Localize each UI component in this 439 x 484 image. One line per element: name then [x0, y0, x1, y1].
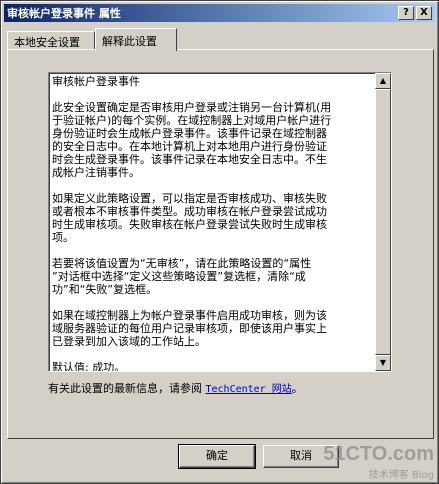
tab-local-security-setting[interactable]: 本地安全设置: [7, 31, 95, 50]
more-info-line: 有关此设置的最新信息，请参阅 TechCenter 网站。: [48, 380, 428, 396]
explanation-textbox[interactable]: 审核帐户登录事件 此安全设置确定是否审核用户登录或注销另一台计算机(用 于验证帐…: [48, 72, 392, 372]
scroll-thumb[interactable]: [375, 89, 391, 355]
site-watermark: 51CTO.com 技术博客 Blog: [323, 443, 434, 481]
help-button[interactable]: ?: [398, 6, 414, 20]
ok-button[interactable]: 确定: [178, 444, 256, 469]
title-bar[interactable]: 审核帐户登录事件 属性 ? X: [4, 4, 435, 22]
watermark-sub: 技术博客 Blog: [368, 470, 434, 481]
scroll-down-arrow-icon[interactable]: ▼: [375, 355, 391, 371]
close-button[interactable]: X: [416, 6, 432, 20]
scroll-up-arrow-icon[interactable]: ▲: [375, 73, 391, 89]
properties-dialog: 审核帐户登录事件 属性 ? X 本地安全设置 解释此设置 审核帐户登录事件 此安…: [0, 0, 439, 484]
watermark-main: 51CTO.com: [323, 443, 434, 465]
tab-explain-setting[interactable]: 解释此设置: [95, 28, 177, 51]
cancel-button[interactable]: 取消: [263, 445, 339, 468]
vertical-scrollbar[interactable]: ▲ ▼: [375, 73, 391, 371]
techcenter-link[interactable]: TechCenter 网站: [206, 384, 292, 395]
explanation-text: 审核帐户登录事件 此安全设置确定是否审核用户登录或注销另一台计算机(用 于验证帐…: [52, 75, 332, 372]
tab-panel: 审核帐户登录事件 此安全设置确定是否审核用户登录或注销另一台计算机(用 于验证帐…: [7, 49, 434, 439]
window-title: 审核帐户登录事件 属性: [7, 7, 121, 20]
more-info-suffix: 。: [291, 382, 303, 395]
more-info-prefix: 有关此设置的最新信息，请参阅: [48, 382, 206, 395]
